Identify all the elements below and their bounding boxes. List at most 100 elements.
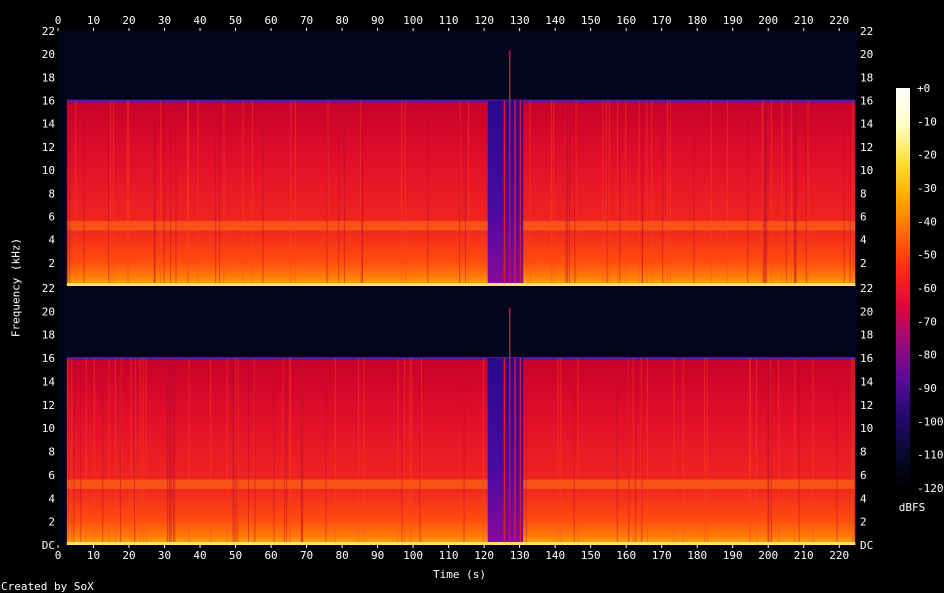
streak xyxy=(625,100,627,286)
streak xyxy=(646,100,648,286)
streak xyxy=(215,100,217,286)
y-tick-label-right: 6 xyxy=(860,469,867,482)
streak xyxy=(334,358,336,545)
y-tick-label-left: 20 xyxy=(42,48,55,61)
y-tick-label-left: 10 xyxy=(42,422,55,435)
colorbar-tick-label: -20 xyxy=(917,149,937,162)
streak xyxy=(235,358,237,545)
x-tick-label-top: 90 xyxy=(371,14,384,27)
dc-line xyxy=(66,283,856,286)
streak xyxy=(836,358,838,545)
y-tick-label-left: 18 xyxy=(42,329,55,342)
streak xyxy=(525,358,527,545)
y-tick-label-right: DC xyxy=(860,539,873,552)
colorbar-tick-label: -90 xyxy=(917,382,937,395)
x-tick-label-top: 120 xyxy=(474,14,494,27)
streak xyxy=(134,358,136,545)
streak xyxy=(762,100,764,286)
streak xyxy=(210,358,212,545)
streak xyxy=(188,358,190,545)
streak xyxy=(770,100,772,286)
y-tick-label-left: 4 xyxy=(48,234,55,247)
streak xyxy=(282,358,284,545)
streak xyxy=(641,100,643,286)
streak xyxy=(108,100,110,286)
streak xyxy=(726,100,728,286)
streak xyxy=(411,358,413,545)
streak xyxy=(169,100,171,286)
y-tick-label-left: 6 xyxy=(48,210,55,223)
streak xyxy=(401,100,403,286)
streak xyxy=(113,100,115,286)
streak xyxy=(397,358,399,545)
streak xyxy=(849,100,851,286)
streak xyxy=(237,358,239,545)
streak xyxy=(166,358,168,545)
spectrogram-channel-1 xyxy=(58,31,857,286)
streak xyxy=(812,358,814,545)
streak xyxy=(83,100,85,286)
x-tick-label-bottom: 130 xyxy=(510,549,530,562)
streak xyxy=(781,100,783,286)
x-tick-label-top: 30 xyxy=(158,14,171,27)
streak xyxy=(560,358,562,545)
x-tick-label-top: 70 xyxy=(300,14,313,27)
streak xyxy=(566,100,568,286)
streak xyxy=(66,358,68,545)
streak xyxy=(638,100,640,286)
y-tick-label-left: 2 xyxy=(48,257,55,270)
streak xyxy=(669,100,671,286)
x-tick-label-top: 190 xyxy=(723,14,743,27)
y-tick-label-left: 20 xyxy=(42,305,55,318)
y-tick-label-right: 20 xyxy=(860,48,873,61)
colorbar-tick-label: -50 xyxy=(917,249,937,262)
streak xyxy=(805,100,807,286)
credit-text: Created by SoX xyxy=(1,580,94,593)
streak xyxy=(284,358,286,545)
streak xyxy=(851,358,853,545)
streak xyxy=(463,358,465,545)
streak xyxy=(529,100,531,286)
streak xyxy=(749,358,751,545)
y-tick-label-right: 12 xyxy=(860,141,873,154)
streak xyxy=(798,358,800,545)
streak xyxy=(102,358,104,545)
streak xyxy=(242,100,244,286)
cutoff-edge xyxy=(66,99,856,103)
x-tick-label-bottom: 10 xyxy=(87,549,100,562)
x-tick-label-bottom: 200 xyxy=(758,549,778,562)
streak xyxy=(843,100,845,286)
x-tick-label-top: 180 xyxy=(687,14,707,27)
streak xyxy=(80,358,82,545)
y-tick-label-left: 4 xyxy=(48,492,55,505)
streak xyxy=(467,100,469,286)
x-tick-label-bottom: 210 xyxy=(794,549,814,562)
streak xyxy=(565,100,567,286)
streak xyxy=(427,100,429,286)
streak xyxy=(651,100,653,286)
x-tick-label-top: 80 xyxy=(335,14,348,27)
y-tick-label-left: 18 xyxy=(42,71,55,84)
x-tick-label-top: 0 xyxy=(55,14,62,27)
streak xyxy=(662,100,664,286)
streak xyxy=(640,358,642,545)
streak xyxy=(778,358,780,545)
streak xyxy=(69,100,71,286)
streak xyxy=(409,358,411,545)
streak xyxy=(223,100,225,286)
x-tick-label-top: 100 xyxy=(403,14,423,27)
y-tick-label-left: 16 xyxy=(42,95,55,108)
quiet-streak xyxy=(519,358,522,545)
streak xyxy=(232,358,234,545)
y-tick-label-right: 8 xyxy=(860,446,867,459)
streak xyxy=(807,100,809,286)
streak xyxy=(343,100,345,286)
streak xyxy=(128,100,130,286)
streak xyxy=(169,358,171,545)
x-tick-label-top: 50 xyxy=(229,14,242,27)
x-tick-label-bottom: 160 xyxy=(616,549,636,562)
streak xyxy=(160,100,162,286)
streak xyxy=(197,100,199,286)
y-axis-label: Frequency (kHz) xyxy=(9,237,23,338)
x-tick-label-top: 170 xyxy=(652,14,672,27)
